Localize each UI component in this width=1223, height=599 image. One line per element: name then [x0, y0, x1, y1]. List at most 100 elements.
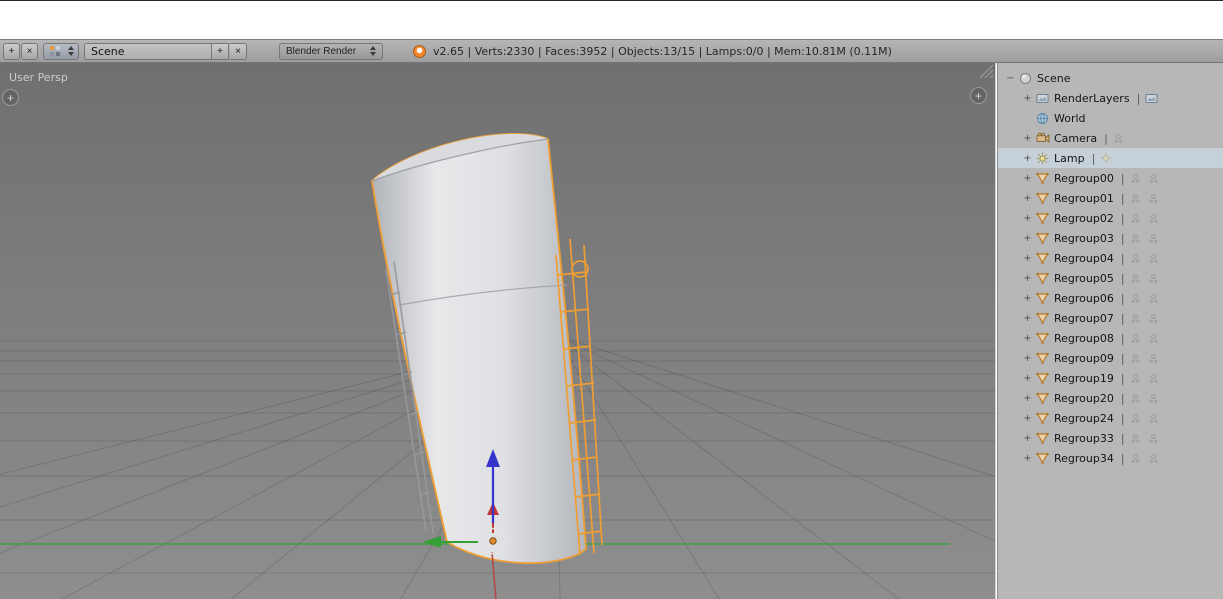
lamp-icon	[1034, 152, 1051, 165]
separator: |	[1120, 371, 1125, 385]
outliner-row[interactable]: + Regroup00 |	[998, 168, 1223, 188]
restrict-icon[interactable]	[1130, 213, 1141, 224]
restrict-icon[interactable]	[1130, 313, 1141, 324]
expand-toggle-icon[interactable]: +	[1021, 353, 1034, 364]
outliner-row[interactable]: + Regroup20 |	[998, 388, 1223, 408]
restrict-icon[interactable]	[1130, 173, 1141, 184]
expand-toggle-icon[interactable]: +	[1021, 393, 1034, 404]
outliner-row[interactable]: + Regroup03 |	[998, 228, 1223, 248]
restrict-icon[interactable]	[1130, 433, 1141, 444]
outliner-row[interactable]: + Regroup04 |	[998, 248, 1223, 268]
expand-toggle-icon[interactable]: +	[1021, 313, 1034, 324]
expand-toggle-icon[interactable]: +	[1021, 173, 1034, 184]
unlink-scene-button[interactable]: ×	[230, 42, 247, 60]
outliner-row[interactable]: + Regroup05 |	[998, 268, 1223, 288]
expand-toggle-icon[interactable]: +	[1021, 93, 1034, 104]
expand-toggle-icon[interactable]: +	[1021, 333, 1034, 344]
restrict-icon[interactable]	[1148, 233, 1159, 244]
restrict-icon[interactable]	[1148, 433, 1159, 444]
outliner-row[interactable]: + Regroup08 |	[998, 328, 1223, 348]
restrict-icon[interactable]	[1148, 393, 1159, 404]
expand-toggle-icon[interactable]: +	[1021, 133, 1034, 144]
separator: |	[1120, 311, 1125, 325]
outliner-row[interactable]: + RenderLayers |	[998, 88, 1223, 108]
outliner-item-label: Regroup06	[1054, 291, 1114, 305]
editor-type-icon	[50, 46, 54, 50]
restrict-icon[interactable]	[1130, 353, 1141, 364]
outliner-row[interactable]: World	[998, 108, 1223, 128]
restrict-icon[interactable]	[1130, 333, 1141, 344]
outliner-row[interactable]: + Regroup33 |	[998, 428, 1223, 448]
restrict-icon[interactable]	[1148, 333, 1159, 344]
add-scene-button[interactable]: +	[212, 42, 229, 60]
outliner-item-label: Regroup03	[1054, 231, 1114, 245]
restrict-icon[interactable]	[1130, 193, 1141, 204]
expand-toggle-icon[interactable]: +	[1021, 433, 1034, 444]
restrict-icon[interactable]	[1148, 193, 1159, 204]
restrict-icon[interactable]	[1130, 253, 1141, 264]
renderlayers-toggle-icon[interactable]	[1145, 92, 1158, 105]
restrict-icon[interactable]	[1148, 453, 1159, 464]
restrict-icon[interactable]	[1148, 373, 1159, 384]
expand-toggle-icon[interactable]: +	[1021, 153, 1034, 164]
outliner-row[interactable]: + Regroup02 |	[998, 208, 1223, 228]
restrict-icon[interactable]	[1148, 253, 1159, 264]
restrict-icon[interactable]	[1148, 213, 1159, 224]
scene-render	[0, 133, 995, 599]
expand-toggle-icon[interactable]: +	[1021, 413, 1034, 424]
restrict-icon[interactable]	[1130, 453, 1141, 464]
outliner-row[interactable]: + Lamp |	[998, 148, 1223, 168]
restrict-icon[interactable]	[1148, 293, 1159, 304]
expand-toggle-icon[interactable]: +	[1021, 453, 1034, 464]
outliner-row[interactable]: + Regroup07 |	[998, 308, 1223, 328]
restrict-icon[interactable]	[1148, 413, 1159, 424]
selected-cup-object[interactable]	[371, 133, 587, 565]
expand-toggle-icon[interactable]: −	[1004, 73, 1017, 84]
outliner-row[interactable]: + Regroup34 |	[998, 448, 1223, 468]
expand-toggle-icon[interactable]: +	[1021, 373, 1034, 384]
outliner-row[interactable]: + Regroup19 |	[998, 368, 1223, 388]
scene-name-field[interactable]: Scene	[84, 42, 212, 60]
outliner-row[interactable]: − Scene	[998, 68, 1223, 88]
expand-toggle-icon[interactable]: +	[1021, 293, 1034, 304]
new-button[interactable]: +	[3, 42, 20, 60]
expand-toggle-icon[interactable]: +	[1021, 193, 1034, 204]
outliner-item-label: Regroup09	[1054, 351, 1114, 365]
restrict-icon[interactable]	[1130, 413, 1141, 424]
separator: |	[1120, 431, 1125, 445]
editor-type-button[interactable]	[43, 42, 79, 60]
restrict-icon[interactable]	[1130, 373, 1141, 384]
restrict-icon[interactable]	[1148, 313, 1159, 324]
camera-icon	[1034, 132, 1051, 145]
outliner-row[interactable]: + Regroup01 |	[998, 188, 1223, 208]
outliner-row[interactable]: + Regroup09 |	[998, 348, 1223, 368]
mesh-icon	[1034, 172, 1051, 184]
restrict-icon[interactable]	[1148, 173, 1159, 184]
restrict-icon[interactable]	[1113, 133, 1124, 144]
lamp-dim-icon[interactable]	[1100, 152, 1112, 164]
outliner-row[interactable]: + Camera |	[998, 128, 1223, 148]
region-resize-grip[interactable]	[979, 64, 994, 79]
separator: |	[1091, 151, 1096, 165]
expand-toggle-icon[interactable]: +	[1021, 273, 1034, 284]
render-engine-select[interactable]: Blender Render	[279, 42, 383, 60]
viewport-3d[interactable]: User Persp + +	[0, 63, 996, 599]
expand-toggle-icon[interactable]: +	[1021, 253, 1034, 264]
restrict-icon[interactable]	[1148, 353, 1159, 364]
restrict-icon[interactable]	[1130, 273, 1141, 284]
outliner-row[interactable]: + Regroup06 |	[998, 288, 1223, 308]
toolshelf-toggle-button[interactable]: +	[2, 89, 19, 106]
restrict-icon[interactable]	[1130, 293, 1141, 304]
separator: |	[1104, 131, 1108, 145]
outliner-row[interactable]: + Regroup24 |	[998, 408, 1223, 428]
expand-toggle-icon[interactable]: +	[1021, 233, 1034, 244]
restrict-icon[interactable]	[1130, 233, 1141, 244]
delete-button[interactable]: ×	[21, 42, 38, 60]
properties-toggle-button[interactable]: +	[970, 87, 987, 104]
restrict-icon[interactable]	[1148, 273, 1159, 284]
restrict-icon[interactable]	[1130, 393, 1141, 404]
separator: |	[1120, 171, 1125, 185]
expand-toggle-icon[interactable]: +	[1021, 213, 1034, 224]
outliner-item-label: Regroup08	[1054, 331, 1114, 345]
outliner-panel[interactable]: − Scene + RenderLayers | World + Camera | + Lamp | +…	[997, 63, 1223, 599]
